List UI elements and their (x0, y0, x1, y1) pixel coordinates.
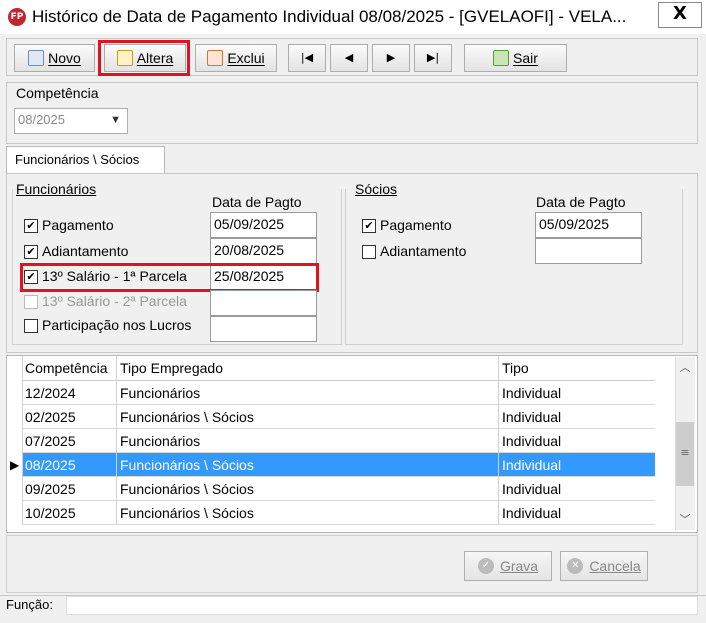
check-circle-icon: ✓ (477, 558, 494, 574)
close-button[interactable]: X (658, 2, 702, 28)
cell-tipo: Individual (502, 433, 562, 449)
pagamento-checkbox[interactable]: ✔ (24, 219, 38, 233)
cell-tipo: Individual (502, 457, 562, 473)
participacao-label: Participação nos Lucros (42, 317, 192, 333)
cell-competencia: 02/2025 (25, 409, 76, 425)
socios-date-header: Data de Pagto (536, 194, 626, 210)
header-competencia[interactable]: Competência (25, 356, 108, 380)
next-record-button[interactable]: ▶ (372, 44, 410, 72)
socios-pagamento-checkbox[interactable]: ✔ (362, 219, 376, 233)
adiantamento-date[interactable]: 20/08/2025 (210, 238, 317, 264)
competencia-value: 08/2025 (18, 112, 65, 127)
exclui-label: Exclui (227, 50, 265, 66)
first-record-button[interactable]: |◀ (288, 44, 326, 72)
chevron-down-icon: ▼ (110, 114, 121, 126)
exclui-button[interactable]: Exclui (195, 44, 277, 72)
row-selector-icon: ▶ (10, 458, 20, 472)
tab-label: Funcionários \ Sócios (15, 152, 140, 167)
prev-icon: ◀ (344, 51, 354, 64)
cell-tipo-empregado: Funcionários (120, 385, 201, 401)
novo-label: Novo (48, 50, 81, 66)
cell-competencia: 10/2025 (25, 505, 76, 521)
socios-label: Sócios (355, 181, 398, 197)
decimo-1-highlight (20, 263, 319, 292)
cell-tipo-empregado: Funcionários \ Sócios (120, 409, 254, 425)
app-icon: FP (8, 8, 26, 26)
delete-document-icon (207, 50, 224, 66)
cell-competencia: 07/2025 (25, 433, 76, 449)
decimo-2-label: 13º Salário - 2ª Parcela (42, 293, 187, 309)
participacao-date[interactable] (210, 316, 317, 342)
cell-tipo-empregado: Funcionários \ Sócios (120, 481, 254, 497)
adiantamento-label: Adiantamento (42, 243, 129, 259)
funcao-field (66, 596, 698, 615)
scroll-down-icon[interactable]: ﹀ (675, 510, 695, 530)
decimo-2-date[interactable] (210, 290, 317, 316)
socios-pagamento-label: Pagamento (380, 217, 452, 233)
cancel-circle-icon: ✕ (567, 558, 584, 574)
tab-funcionarios-socios[interactable]: Funcionários \ Sócios (6, 146, 165, 174)
funcionarios-date-header: Data de Pagto (212, 194, 302, 210)
cancela-label: Cancela (589, 558, 641, 574)
sair-button[interactable]: Sair (464, 44, 567, 72)
scroll-thumb[interactable]: ≡ (676, 422, 694, 486)
cell-tipo: Individual (502, 385, 562, 401)
socios-adiantamento-date[interactable] (535, 238, 642, 264)
socios-adiantamento-label: Adiantamento (380, 243, 467, 259)
participacao-checkbox[interactable] (24, 319, 38, 333)
grid-divider (116, 356, 117, 524)
cancela-button[interactable]: ✕ Cancela (560, 551, 648, 581)
cell-tipo: Individual (502, 409, 562, 425)
cell-tipo-empregado: Funcionários \ Sócios (120, 457, 254, 473)
new-document-icon (28, 50, 45, 66)
cell-tipo-empregado: Funcionários (120, 433, 201, 449)
grid-divider (22, 356, 23, 524)
socios-adiantamento-checkbox[interactable] (362, 245, 376, 259)
scroll-up-icon[interactable]: ︿ (675, 358, 695, 378)
cell-tipo: Individual (502, 505, 562, 521)
cell-tipo-empregado: Funcionários \ Sócios (120, 505, 254, 521)
last-icon: ▶| (426, 51, 440, 64)
next-icon: ▶ (386, 51, 396, 64)
pagamento-date[interactable]: 05/09/2025 (210, 212, 317, 238)
novo-button[interactable]: Novo (14, 44, 95, 72)
altera-highlight (98, 40, 190, 76)
cell-competencia: 12/2024 (25, 385, 76, 401)
cell-competencia: 09/2025 (25, 481, 76, 497)
competencia-label: Competência (16, 85, 99, 101)
first-icon: |◀ (300, 51, 314, 64)
prev-record-button[interactable]: ◀ (330, 44, 368, 72)
socios-pagamento-date[interactable]: 05/09/2025 (535, 212, 642, 238)
exit-door-icon (493, 50, 510, 66)
window-title: Histórico de Data de Pagamento Individua… (32, 7, 627, 26)
grava-button[interactable]: ✓ Grava (464, 551, 552, 581)
competencia-select[interactable]: 08/2025 ▼ (14, 108, 128, 134)
decimo-2-checkbox[interactable] (24, 295, 38, 309)
cell-tipo: Individual (502, 481, 562, 497)
funcao-label: Função: (6, 597, 53, 612)
grava-label: Grava (499, 558, 539, 574)
sair-label: Sair (513, 50, 538, 66)
cell-competencia: 08/2025 (25, 457, 76, 473)
header-tipo-empregado[interactable]: Tipo Empregado (120, 356, 223, 380)
grid-divider (498, 356, 499, 524)
funcionarios-label: Funcionários (16, 181, 97, 197)
header-tipo[interactable]: Tipo (502, 356, 529, 380)
last-record-button[interactable]: ▶| (414, 44, 452, 72)
pagamento-label: Pagamento (42, 217, 114, 233)
adiantamento-checkbox[interactable]: ✔ (24, 245, 38, 259)
